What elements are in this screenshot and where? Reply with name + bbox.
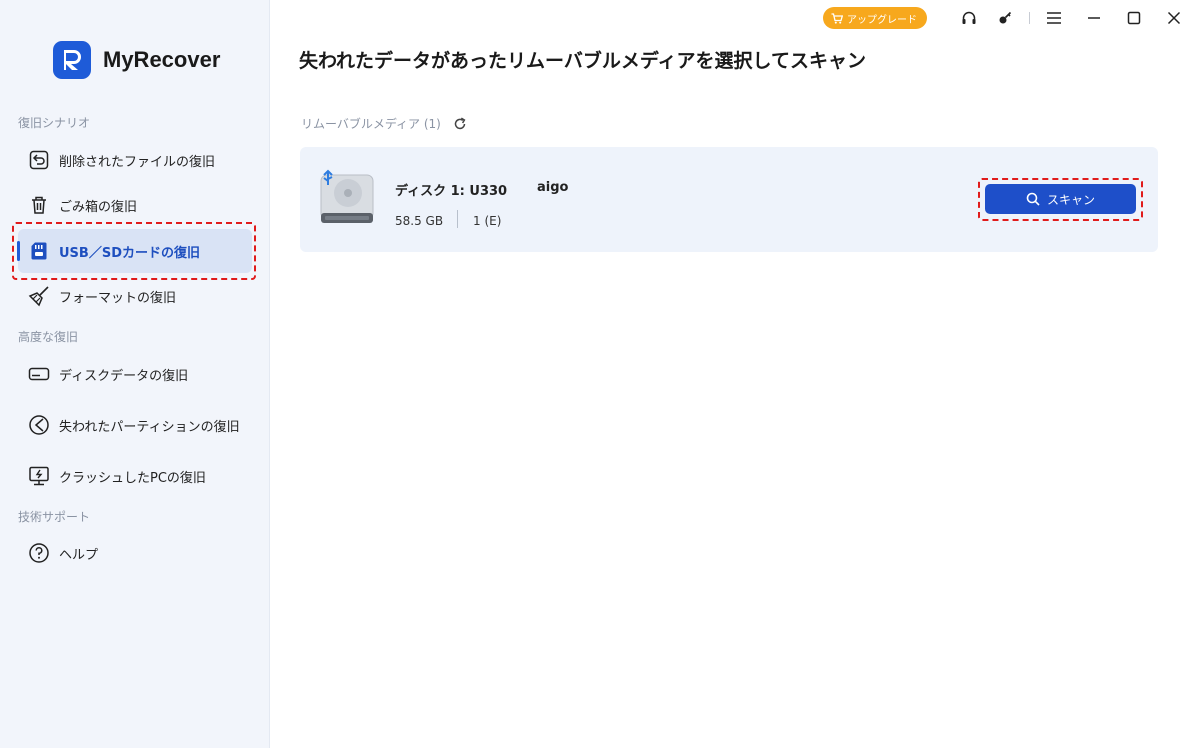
sidebar-item-help[interactable]: ヘルプ [18,531,252,575]
divider [457,210,458,228]
page-title: 失われたデータがあったリムーバブルメディアを選択してスキャン [299,50,866,72]
trash-icon [28,194,50,216]
broom-icon [28,285,50,307]
title-bar: アップグレード [823,6,1186,30]
myrecover-logo-icon [53,41,91,79]
disk-name: ディスク 1: U330 [395,184,508,199]
sidebar-item-format[interactable]: フォーマットの復旧 [18,274,252,318]
sidebar-item-label: ヘルプ [59,547,99,563]
upgrade-label: アップグレード [847,14,917,26]
removable-media-count-label: リムーバブルメディア (1) [301,117,441,131]
search-icon [1026,192,1040,206]
sidebar-item-label: ごみ箱の復旧 [59,199,138,215]
cart-icon [831,12,843,24]
disk-card[interactable]: ディスク 1: U330 aigo 58.5 GB 1 (E) スキャン [300,147,1158,252]
sidebar-item-label: 削除されたファイルの復旧 [59,154,216,170]
disk-vendor: aigo [537,180,569,195]
close-icon[interactable] [1162,6,1186,30]
menu-icon[interactable] [1042,6,1066,30]
sidebar: MyRecover 復旧シナリオ 削除されたファイルの復旧 ごみ箱の復旧 USB… [0,0,270,748]
refresh-icon[interactable] [453,117,467,131]
app-logo: MyRecover [53,40,220,80]
disk-size: 58.5 GB [395,214,444,228]
section-label-recovery-scenarios: 復旧シナリオ [18,116,91,130]
section-label-tech-support: 技術サポート [18,510,91,524]
sidebar-item-label: ディスクデータの復旧 [59,368,189,384]
sidebar-item-recycle-bin[interactable]: ごみ箱の復旧 [18,183,252,227]
sidebar-item-lost-partition[interactable]: 失われたパーティションの復旧 [18,403,252,447]
crashed-pc-icon [28,465,50,487]
minimize-icon[interactable] [1082,6,1106,30]
sidebar-item-label: USB／SDカードの復旧 [59,245,200,261]
undo-icon [28,149,50,171]
sidebar-item-label: 失われたパーティションの復旧 [59,419,240,435]
maximize-icon[interactable] [1122,6,1146,30]
app-name: MyRecover [103,47,221,72]
scan-button-label: スキャン [1046,192,1095,207]
divider [1029,12,1030,24]
sidebar-item-disk-data[interactable]: ディスクデータの復旧 [18,352,252,396]
scan-button[interactable]: スキャン [985,184,1136,214]
sidebar-item-label: フォーマットの復旧 [59,290,177,306]
section-label-advanced-recovery: 高度な復旧 [18,330,79,344]
key-icon[interactable] [993,6,1017,30]
upgrade-button[interactable]: アップグレード [823,7,927,29]
sidebar-item-label: クラッシュしたPCの復旧 [59,470,206,486]
sidebar-item-usb-sd[interactable]: USB／SDカードの復旧 [17,229,252,273]
sidebar-item-deleted-files[interactable]: 削除されたファイルの復旧 [18,138,252,182]
disk-partition: 1 (E) [473,214,502,228]
removable-media-header: リムーバブルメディア (1) [301,115,467,132]
usb-drive-icon [318,169,376,229]
sd-card-icon [28,240,50,262]
partition-icon [28,414,50,436]
help-icon [28,542,50,564]
sidebar-item-crashed-pc[interactable]: クラッシュしたPCの復旧 [18,454,252,498]
hard-disk-icon [28,363,50,385]
headset-icon[interactable] [957,6,981,30]
